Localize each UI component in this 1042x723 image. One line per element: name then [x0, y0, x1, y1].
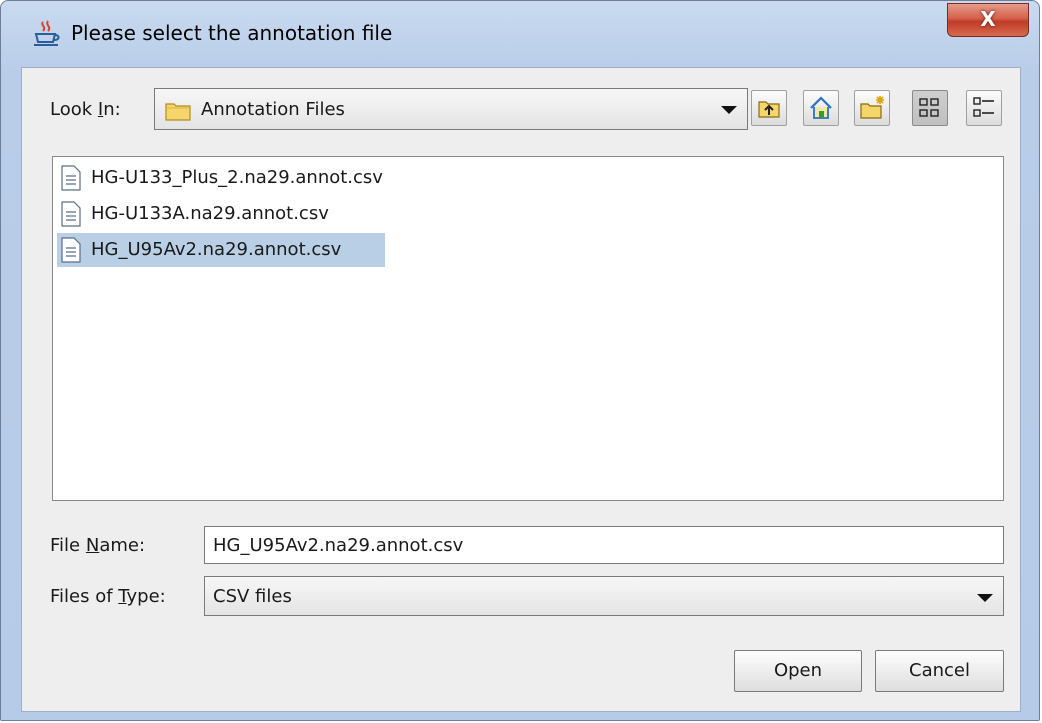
file-name: HG_U95Av2.na29.annot.csv [91, 239, 342, 260]
file-name-label-post: ame: [99, 535, 146, 556]
look-in-combobox[interactable]: Annotation Files [154, 88, 748, 130]
look-in-label: Look In: [50, 99, 121, 120]
file-list[interactable]: HG-U133_Plus_2.na29.annot.csv HG-U133A.n… [52, 156, 1004, 501]
file-name-label: File Name: [50, 535, 145, 556]
file-name-input[interactable]: HG_U95Av2.na29.annot.csv [204, 526, 1004, 564]
look-in-label-pre: Look [50, 99, 98, 120]
dialog-content: Look In: Annotation Files HG-U133_Plus_2… [21, 67, 1021, 712]
file-type-label-mnemonic: T [118, 586, 127, 607]
file-item[interactable]: HG-U133_Plus_2.na29.annot.csv [57, 161, 383, 195]
file-type-combobox[interactable]: CSV files [204, 576, 1004, 616]
dialog-window: Please select the annotation file X Look… [0, 0, 1040, 721]
file-item[interactable]: HG-U133A.na29.annot.csv [57, 197, 329, 231]
new-folder-icon [860, 96, 884, 119]
text-file-icon [61, 201, 81, 227]
close-icon: X [980, 7, 996, 31]
list-view-button[interactable] [912, 90, 948, 126]
chevron-down-icon[interactable] [977, 594, 993, 602]
list-view-icon [919, 98, 939, 117]
file-name: HG-U133A.na29.annot.csv [91, 203, 329, 224]
new-folder-button[interactable] [854, 90, 890, 126]
text-file-icon [61, 237, 81, 263]
details-view-button[interactable] [966, 90, 1002, 126]
details-view-icon [973, 97, 994, 117]
window-title: Please select the annotation file [71, 21, 393, 45]
home-button[interactable] [803, 90, 839, 126]
home-icon [810, 96, 832, 119]
file-type-label-post: ype: [126, 586, 166, 607]
file-type-label-pre: Files of [50, 586, 119, 607]
folder-icon [165, 103, 191, 121]
file-name-value: HG_U95Av2.na29.annot.csv [213, 535, 464, 556]
up-one-level-button[interactable] [751, 90, 787, 126]
title-bar[interactable]: Please select the annotation file X [1, 1, 1039, 67]
text-file-icon [61, 165, 81, 191]
file-type-value: CSV files [213, 586, 292, 607]
close-button[interactable]: X [947, 3, 1029, 37]
java-cup-icon [34, 20, 60, 46]
up-one-level-icon [758, 101, 780, 118]
file-name: HG-U133_Plus_2.na29.annot.csv [91, 167, 383, 188]
chevron-down-icon[interactable] [721, 106, 737, 114]
file-name-label-mnemonic: N [85, 535, 100, 556]
file-name-label-pre: File [50, 535, 86, 556]
look-in-value: Annotation Files [201, 99, 345, 120]
cancel-button[interactable]: Cancel [875, 650, 1004, 692]
open-button[interactable]: Open [734, 650, 862, 692]
file-type-label: Files of Type: [50, 586, 166, 607]
file-item-selected[interactable]: HG_U95Av2.na29.annot.csv [57, 233, 385, 267]
look-in-label-post: n: [103, 99, 121, 120]
